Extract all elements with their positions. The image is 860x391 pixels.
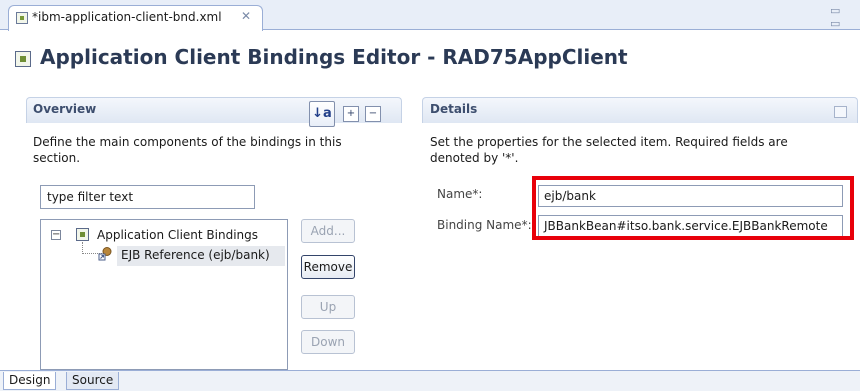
editor-tab[interactable]: *ibm-application-client-bnd.xml ✕ [8,5,263,31]
binding-name-label: Binding Name*: [437,218,532,232]
details-section-header [422,97,858,123]
add-button[interactable]: Add... [301,219,355,243]
xml-file-icon [16,12,28,24]
close-icon[interactable]: ✕ [241,9,251,23]
collapse-all-icon[interactable]: − [365,106,381,122]
overview-title: Overview [33,102,97,116]
details-title: Details [430,102,478,116]
bindings-icon [76,228,89,241]
tab-source[interactable]: Source [66,372,120,390]
editor-tab-label: *ibm-application-client-bnd.xml [32,10,222,24]
tree-item-ejb-reference[interactable]: EJB Reference (ejb/bank) [117,246,285,266]
editor-header: Application Client Bindings Editor - RAD… [0,31,860,89]
name-label: Name*: [437,187,483,201]
minimize-maximize-icon[interactable]: ▭ ▭ [830,4,860,30]
section-menu-icon[interactable] [834,106,847,118]
collapse-toggle-icon[interactable]: − [51,230,61,240]
down-button[interactable]: Down [301,330,355,354]
ejb-reference-icon [98,247,112,261]
page-title: Application Client Bindings Editor - RAD… [40,45,628,69]
filter-input[interactable]: type filter text [40,185,255,209]
tree-item-root[interactable]: Application Client Bindings [97,228,258,242]
expand-all-icon[interactable]: + [343,106,359,122]
details-description: Set the properties for the selected item… [430,135,788,165]
editor-page-tabs [0,370,860,391]
remove-button[interactable]: Remove [301,255,355,279]
sort-az-icon[interactable]: ↓a [309,101,335,127]
highlight-box [532,176,854,240]
bindings-editor-icon [15,51,31,67]
tab-design[interactable]: Design [3,372,57,390]
overview-description: Define the main components of the bindin… [33,135,342,165]
up-button[interactable]: Up [301,295,355,319]
